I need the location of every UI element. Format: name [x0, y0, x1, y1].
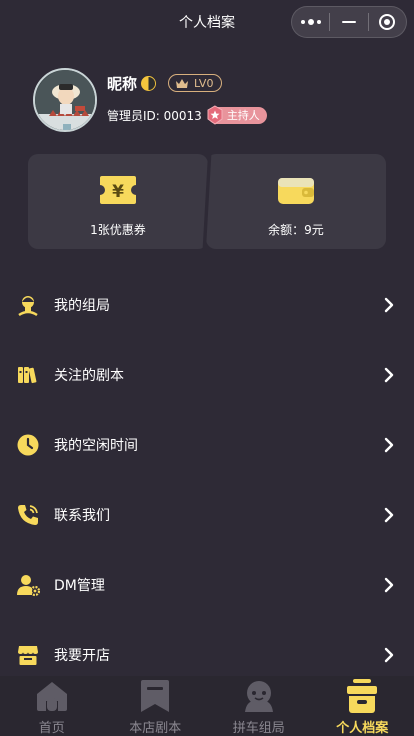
chevron-right-icon — [384, 367, 394, 383]
level-text: LV0 — [194, 76, 214, 90]
star-badge-icon — [207, 105, 223, 125]
bookmark-icon — [141, 680, 170, 712]
tab-profile[interactable]: 个人档案 — [311, 676, 414, 736]
user-gear-icon — [17, 575, 40, 597]
crown-icon — [176, 78, 189, 88]
mini-program-capsule — [291, 6, 407, 38]
more-dots-icon — [300, 19, 321, 25]
menu-list: 我的组局 关注的剧本 我的空闲时间 联系我们 DM管理 我要开店 — [0, 270, 414, 690]
menu-item-free-time[interactable]: 我的空闲时间 — [0, 410, 414, 480]
chevron-right-icon — [384, 507, 394, 523]
minus-icon — [341, 21, 356, 23]
home-icon — [36, 682, 67, 711]
bottom-tab-bar: 首页 本店剧本 拼车组局 个人档案 — [0, 676, 414, 736]
coupon-count: 1张优惠券 — [90, 223, 146, 237]
clock-icon — [17, 434, 39, 456]
tab-label: 拼车组局 — [232, 721, 285, 736]
balance-amount: 余额：9元 — [268, 223, 324, 237]
menu-label: DM管理 — [54, 578, 105, 594]
menu-label: 我要开店 — [54, 648, 110, 664]
tab-label: 个人档案 — [336, 721, 389, 736]
phone-icon — [18, 505, 38, 525]
chevron-right-icon — [384, 577, 394, 593]
tab-label: 本店剧本 — [129, 721, 182, 736]
nickname: 昵称 — [107, 74, 138, 93]
coin-icon — [141, 75, 157, 91]
books-icon — [18, 367, 37, 384]
tab-home[interactable]: 首页 — [0, 676, 104, 736]
admin-id: 管理员ID: 00013 — [107, 108, 202, 123]
wallet-icon — [278, 178, 314, 204]
level-badge: LV0 — [168, 74, 223, 92]
balance-card[interactable]: 余额：9元 — [206, 154, 386, 249]
chevron-right-icon — [384, 647, 394, 663]
tab-carpool-groups[interactable]: 拼车组局 — [207, 676, 311, 736]
target-circle-icon — [379, 14, 396, 30]
coupon-card[interactable]: ¥ 1张优惠券 — [28, 154, 208, 249]
archive-box-icon — [347, 679, 378, 713]
menu-item-followed-scripts[interactable]: 关注的剧本 — [0, 340, 414, 410]
top-nav-bar: 个人档案 — [0, 0, 414, 44]
menu-item-dm-management[interactable]: DM管理 — [0, 550, 414, 620]
menu-item-contact-us[interactable]: 联系我们 — [0, 480, 414, 550]
store-icon — [18, 646, 38, 665]
close-button[interactable] — [369, 7, 406, 37]
minimize-button[interactable] — [330, 7, 367, 37]
more-button[interactable] — [292, 7, 329, 37]
profile-header: 昵称 LV0 管理员ID: 00013 主持人 — [33, 68, 393, 132]
menu-item-my-games[interactable]: 我的组局 — [0, 270, 414, 340]
chevron-right-icon — [384, 297, 394, 313]
tab-label: 首页 — [38, 721, 65, 736]
menu-label: 联系我们 — [54, 508, 110, 524]
tab-store-scripts[interactable]: 本店剧本 — [104, 676, 208, 736]
game-group-icon — [18, 296, 38, 317]
ghost-icon — [244, 681, 273, 712]
menu-label: 我的空闲时间 — [54, 438, 138, 454]
role-badge: 主持人 — [207, 105, 267, 125]
chevron-right-icon — [384, 437, 394, 453]
avatar[interactable] — [33, 68, 97, 132]
coupon-ticket-icon: ¥ — [100, 176, 136, 204]
role-badge-text: 主持人 — [226, 109, 260, 122]
menu-label: 我的组局 — [54, 298, 110, 314]
menu-label: 关注的剧本 — [54, 368, 124, 384]
coupon-symbol: ¥ — [112, 182, 124, 202]
